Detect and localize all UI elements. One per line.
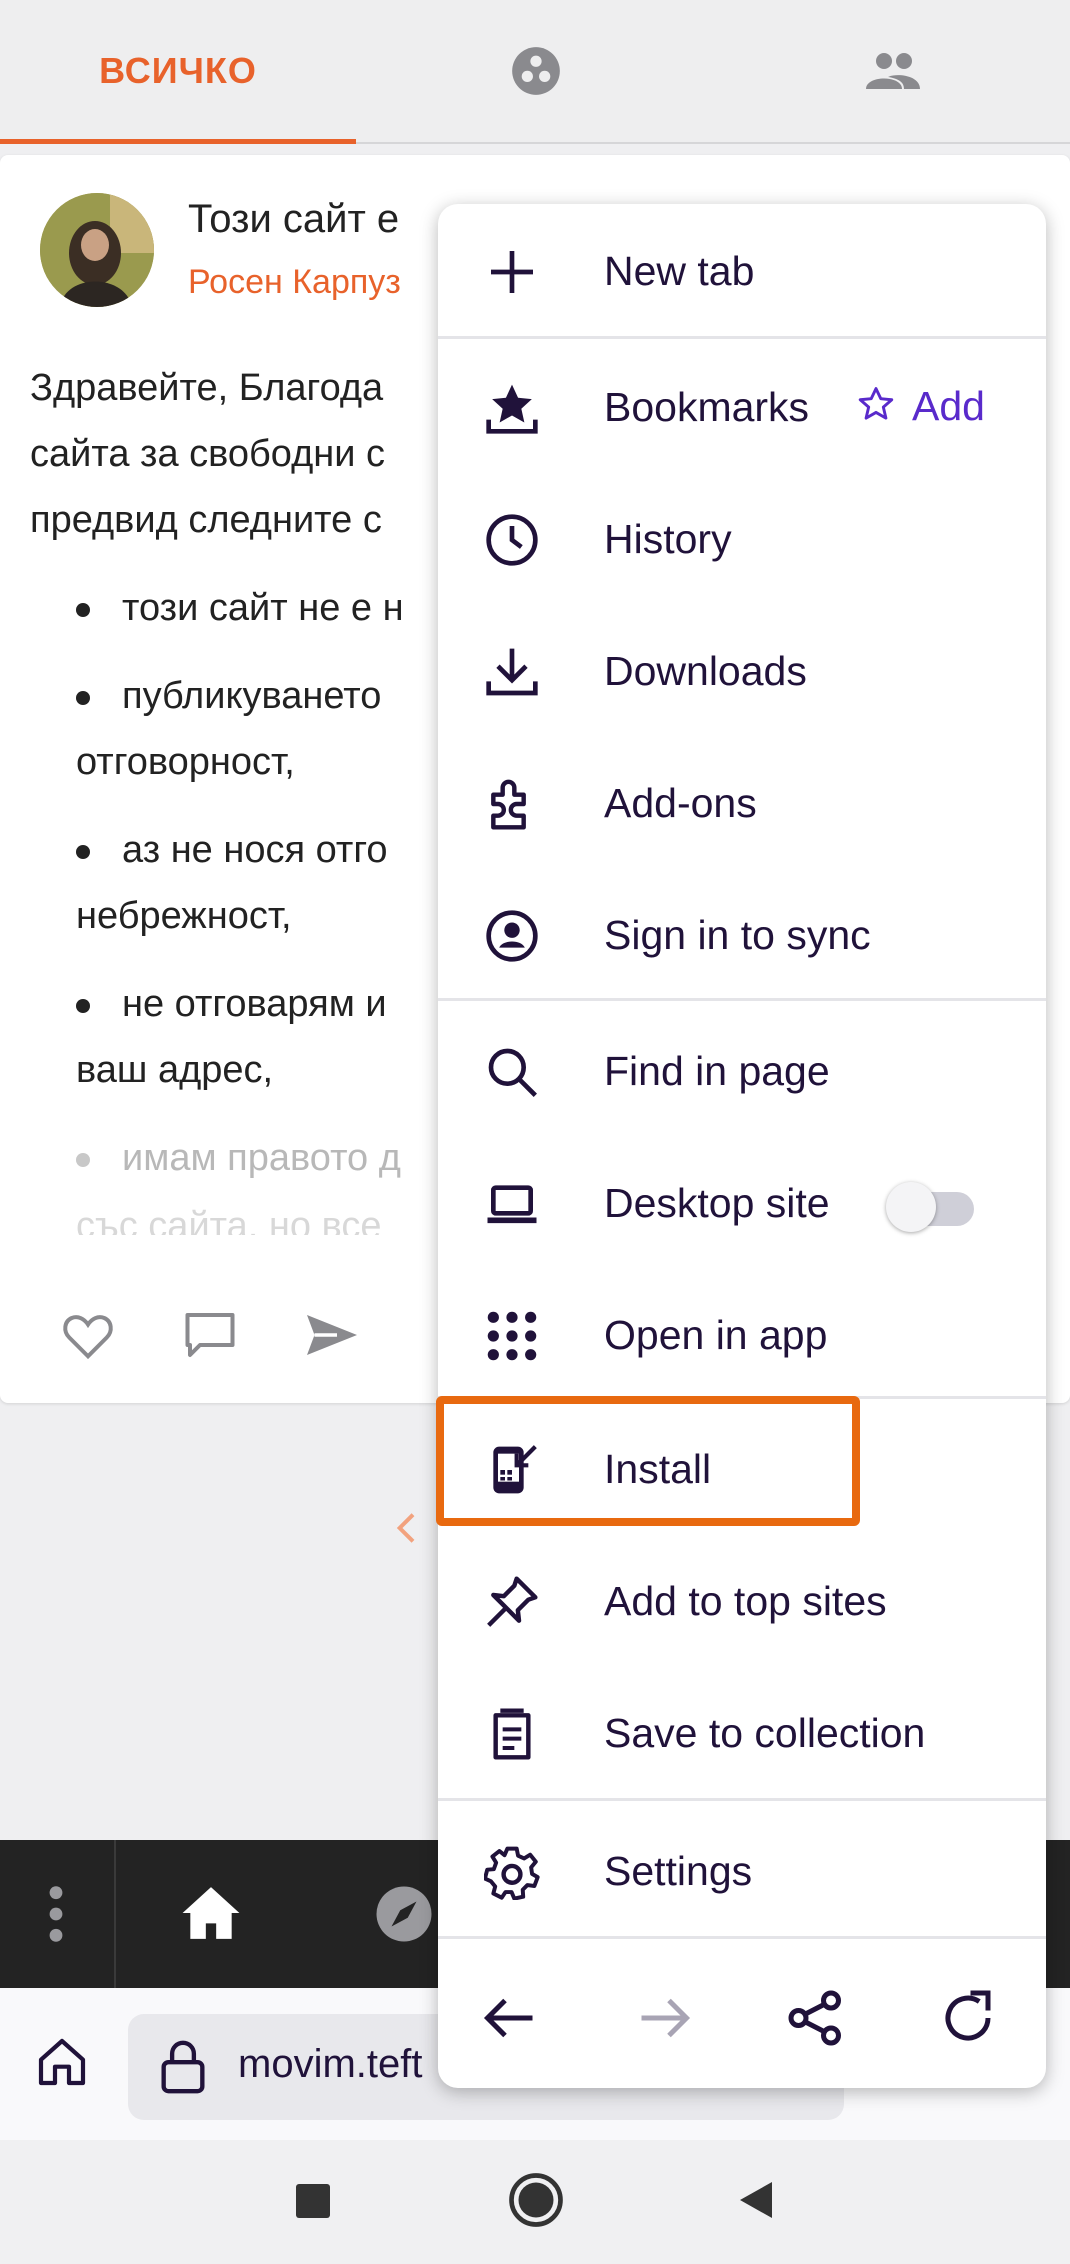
avatar-photo	[40, 193, 154, 307]
gear-icon	[484, 1846, 540, 1900]
menu-item-save-to-collection[interactable]: Save to collection	[438, 1666, 1046, 1798]
forward-arrow-icon[interactable]	[634, 1988, 694, 2048]
account-icon	[486, 910, 538, 962]
tab-all[interactable]: ВСИЧКО	[0, 0, 356, 144]
pin-icon	[487, 1576, 538, 1627]
chevron-left-icon[interactable]	[388, 1508, 428, 1548]
home-icon[interactable]	[34, 2034, 90, 2090]
menu-item-label: Add-ons	[604, 780, 757, 826]
system-nav-bar	[0, 2140, 1070, 2264]
browser-overflow-menu: New tab Bookmarks Add History Downloads	[436, 204, 1046, 2088]
home-button[interactable]	[508, 2172, 564, 2228]
comment-icon[interactable]	[180, 1305, 240, 1365]
top-tab-bar: ВСИЧКО	[0, 0, 1070, 144]
menu-item-new-tab[interactable]: New tab	[438, 204, 1046, 336]
menu-item-label: Settings	[604, 1848, 753, 1894]
back-arrow-icon[interactable]	[480, 1988, 540, 2048]
menu-item-label: History	[604, 516, 732, 562]
clock-icon	[486, 514, 538, 566]
install-highlight-box	[436, 1396, 860, 1526]
toggle-thumb	[886, 1182, 936, 1232]
more-vert-icon[interactable]	[36, 1882, 76, 1946]
menu-item-add-to-top-sites[interactable]: Add to top sites	[438, 1534, 1046, 1666]
divider	[438, 998, 1046, 1001]
search-icon	[488, 1048, 537, 1097]
menu-item-label: Save to collection	[604, 1710, 926, 1756]
collection-icon	[493, 1708, 531, 1760]
divider	[438, 1936, 1046, 1939]
send-icon[interactable]	[302, 1305, 362, 1365]
add-bookmark-button[interactable]: Add	[854, 376, 985, 436]
menu-item-label: Open in app	[604, 1312, 828, 1358]
menu-item-sign-in-to-sync[interactable]: Sign in to sync	[438, 868, 1046, 1000]
share-icon[interactable]	[786, 1988, 846, 2048]
menu-item-label: Desktop site	[604, 1180, 830, 1226]
plus-icon	[491, 251, 533, 293]
menu-item-open-in-app[interactable]: Open in app	[438, 1268, 1046, 1400]
app-grid-icon	[487, 1311, 537, 1361]
url-text: movim.teft	[238, 2042, 423, 2086]
heart-icon[interactable]	[58, 1305, 118, 1365]
reload-icon[interactable]	[938, 1988, 998, 2048]
desktop-site-toggle[interactable]	[886, 1182, 978, 1232]
recents-button[interactable]	[296, 2184, 330, 2218]
tab-all-label: ВСИЧКО	[99, 50, 257, 91]
divider	[438, 1798, 1046, 1801]
post-author[interactable]: Росен Карпуз	[188, 263, 401, 302]
menu-item-label: Find in page	[604, 1048, 830, 1094]
post-actions	[0, 1305, 500, 1385]
menu-item-settings[interactable]: Settings	[438, 1804, 1046, 1936]
puzzle-icon	[491, 779, 526, 830]
divider	[114, 1840, 116, 1988]
download-icon	[486, 648, 538, 696]
compass-icon[interactable]	[374, 1884, 434, 1944]
star-outline-icon	[858, 387, 894, 420]
tab-communities[interactable]	[356, 0, 716, 142]
back-button[interactable]	[738, 2180, 774, 2220]
avatar[interactable]	[40, 193, 154, 307]
menu-item-desktop-site[interactable]: Desktop site	[438, 1136, 1046, 1268]
home-icon[interactable]	[180, 1884, 242, 1942]
lock-icon[interactable]	[158, 2038, 208, 2096]
menu-item-label: New tab	[604, 248, 755, 294]
faded-text: със сайта, но все	[76, 1205, 382, 1235]
menu-item-label: Add to top sites	[604, 1578, 887, 1624]
divider	[438, 336, 1046, 339]
tab-contacts[interactable]	[716, 0, 1070, 142]
post-title[interactable]: Този сайт е	[188, 197, 399, 242]
menu-item-downloads[interactable]: Downloads	[438, 604, 1046, 736]
communities-icon	[512, 47, 560, 95]
menu-item-bookmarks[interactable]: Bookmarks Add	[438, 340, 1046, 472]
menu-item-add-ons[interactable]: Add-ons	[438, 736, 1046, 868]
menu-navigation-row	[438, 1942, 1046, 2088]
menu-item-label: Sign in to sync	[604, 912, 871, 958]
menu-item-history[interactable]: History	[438, 472, 1046, 604]
active-tab-indicator	[0, 139, 356, 144]
menu-item-label: Bookmarks	[604, 384, 810, 430]
menu-item-label: Downloads	[604, 648, 807, 694]
add-bookmark-label: Add	[912, 382, 985, 429]
laptop-icon	[487, 1185, 537, 1224]
menu-item-find-in-page[interactable]: Find in page	[438, 1004, 1046, 1136]
people-icon	[866, 53, 920, 89]
bookmark-star-icon	[486, 384, 538, 434]
